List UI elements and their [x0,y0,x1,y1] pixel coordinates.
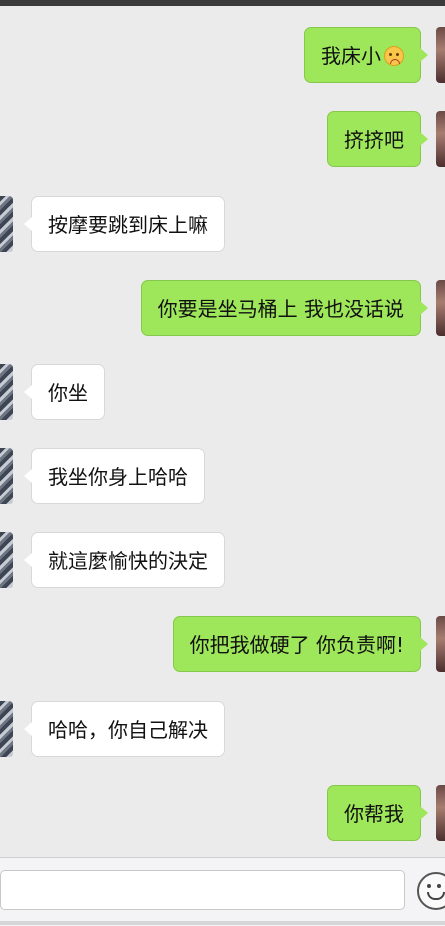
message-bubble-outgoing[interactable]: 挤挤吧 [327,111,428,167]
message-row: 我坐你身上哈哈 [0,448,445,504]
message-row: 挤挤吧 [0,111,445,167]
message-input-bar [0,857,445,926]
message-row: 你帮我 [0,785,445,841]
message-bubble-incoming[interactable]: 就這麼愉快的決定 [24,532,225,588]
chat-message-list[interactable]: 我床小 挤挤吧 按摩要跳到床上嘛 你要是坐马桶上 我也没话说 你坐 我坐你身上哈… [0,6,445,856]
message-bubble-outgoing[interactable]: 你把我做硬了 你负责啊! [172,616,429,672]
my-avatar[interactable] [436,27,445,83]
my-avatar[interactable] [436,111,445,167]
message-text: 挤挤吧 [344,128,404,152]
message-text: 你把我做硬了 你负责啊! [189,633,404,657]
message-bubble-outgoing[interactable]: 你要是坐马桶上 我也没话说 [140,280,429,336]
message-row: 就這麼愉快的決定 [0,532,445,588]
my-avatar[interactable] [436,616,445,672]
message-row: 按摩要跳到床上嘛 [0,196,445,252]
message-bubble-incoming[interactable]: 我坐你身上哈哈 [24,448,205,504]
message-bubble-outgoing[interactable]: 我床小 [304,27,428,83]
contact-avatar[interactable] [0,532,13,588]
bottom-edge [0,921,445,925]
contact-avatar[interactable] [0,196,13,252]
message-text: 你坐 [48,381,88,405]
message-row: 哈哈，你自己解决 [0,701,445,757]
message-row: 你把我做硬了 你负责啊! [0,616,445,672]
message-text: 哈哈，你自己解决 [48,718,208,742]
message-text: 我坐你身上哈哈 [48,465,188,489]
my-avatar[interactable] [436,785,445,841]
pouting-face-icon [384,46,404,66]
message-bubble-incoming[interactable]: 哈哈，你自己解决 [24,701,225,757]
message-text: 你要是坐马桶上 我也没话说 [157,297,404,321]
message-text: 我床小 [321,44,381,68]
message-row: 你坐 [0,364,445,420]
message-bubble-outgoing[interactable]: 你帮我 [327,785,428,841]
smiley-face-icon[interactable] [417,872,445,910]
my-avatar[interactable] [436,280,445,336]
contact-avatar[interactable] [0,701,13,757]
message-bubble-incoming[interactable]: 你坐 [24,364,105,420]
message-bubble-incoming[interactable]: 按摩要跳到床上嘛 [24,196,225,252]
message-text: 就這麼愉快的決定 [48,549,208,573]
contact-avatar[interactable] [0,448,13,504]
contact-avatar[interactable] [0,364,13,420]
message-row: 我床小 [0,27,445,83]
message-input[interactable] [0,870,405,910]
message-row: 你要是坐马桶上 我也没话说 [0,280,445,336]
message-text: 你帮我 [344,802,404,826]
message-text: 按摩要跳到床上嘛 [48,213,208,237]
